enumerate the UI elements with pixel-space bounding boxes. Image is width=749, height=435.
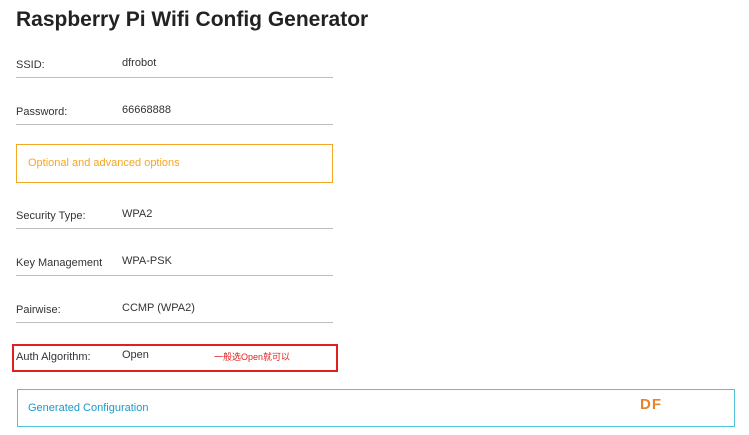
key-management-label: Key Management [16,257,103,269]
advanced-options-toggle[interactable]: Optional and advanced options [16,144,333,183]
ssid-field[interactable]: dfrobot [122,57,156,69]
security-type-label: Security Type: [16,210,86,222]
annotation-note: 一般选Open就可以 [214,352,291,362]
df-watermark-logo: DF [640,396,662,413]
key-management-row: Key Management WPA-PSK [16,251,333,276]
security-type-row: Security Type: WPA2 [16,204,333,229]
page: Raspberry Pi Wifi Config Generator SSID:… [0,0,749,435]
password-label: Password: [16,106,68,118]
pairwise-label: Pairwise: [16,304,61,316]
pairwise-row: Pairwise: CCMP (WPA2) [16,298,333,323]
ssid-row: SSID: dfrobot [16,53,333,78]
key-management-select[interactable]: WPA-PSK [122,255,172,267]
generated-configuration-panel[interactable]: Generated Configuration [17,389,735,427]
generated-configuration-label: Generated Configuration [28,402,149,414]
page-title: Raspberry Pi Wifi Config Generator [16,8,369,31]
ssid-label: SSID: [16,59,45,71]
pairwise-select[interactable]: CCMP (WPA2) [122,302,195,314]
security-type-select[interactable]: WPA2 [122,208,152,220]
advanced-options-label: Optional and advanced options [28,157,180,169]
password-field[interactable]: 66668888 [122,104,171,116]
password-row: Password: 66668888 [16,100,333,125]
